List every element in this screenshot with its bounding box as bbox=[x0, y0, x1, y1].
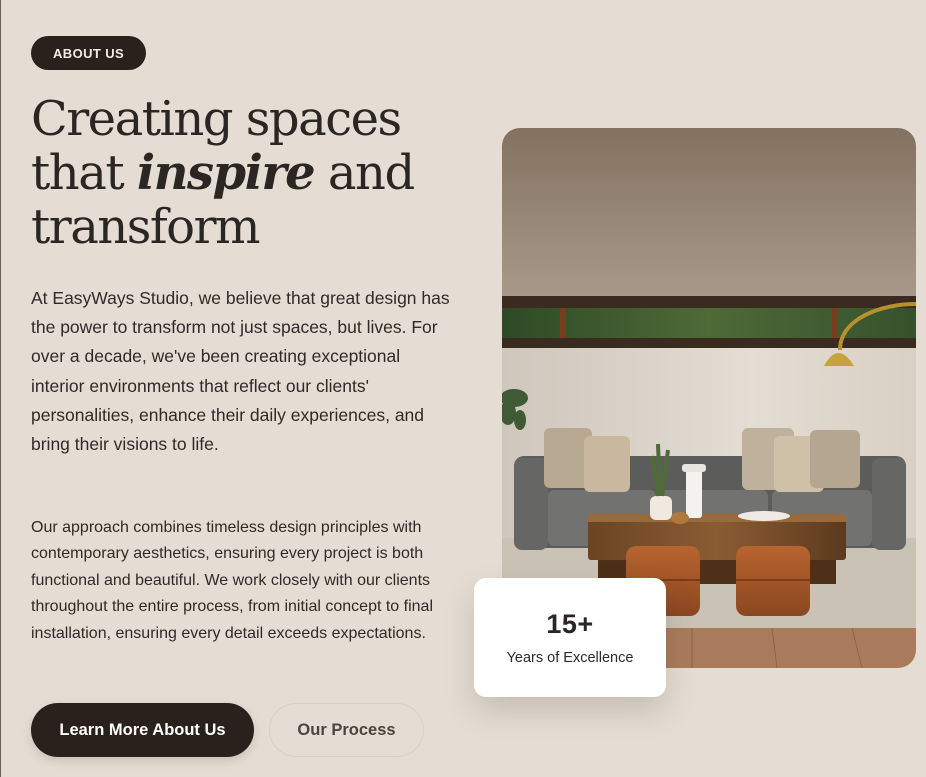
stat-number: 15+ bbox=[546, 609, 594, 639]
title-line-2-after: and bbox=[314, 145, 415, 201]
approach-paragraph: Our approach combines timeless design pr… bbox=[31, 519, 433, 642]
years-stat-card: 15+ Years of Excellence bbox=[474, 578, 666, 697]
title-emphasis: inspire bbox=[136, 145, 316, 201]
learn-more-button[interactable]: Learn More About Us bbox=[31, 703, 254, 757]
page-title: Creating spaces that inspire and transfo… bbox=[31, 92, 471, 254]
about-us-badge: ABOUT US bbox=[31, 36, 147, 70]
about-us-badge-label: ABOUT US bbox=[53, 45, 125, 61]
title-line-3: transform bbox=[31, 199, 261, 255]
title-line-2-before: that bbox=[31, 145, 137, 201]
our-process-button[interactable]: Our Process bbox=[269, 703, 424, 757]
title-line-1: Creating spaces bbox=[31, 91, 402, 147]
intro-paragraph: At EasyWays Studio, we believe that grea… bbox=[31, 288, 450, 455]
stat-label: Years of Excellence bbox=[506, 650, 634, 666]
